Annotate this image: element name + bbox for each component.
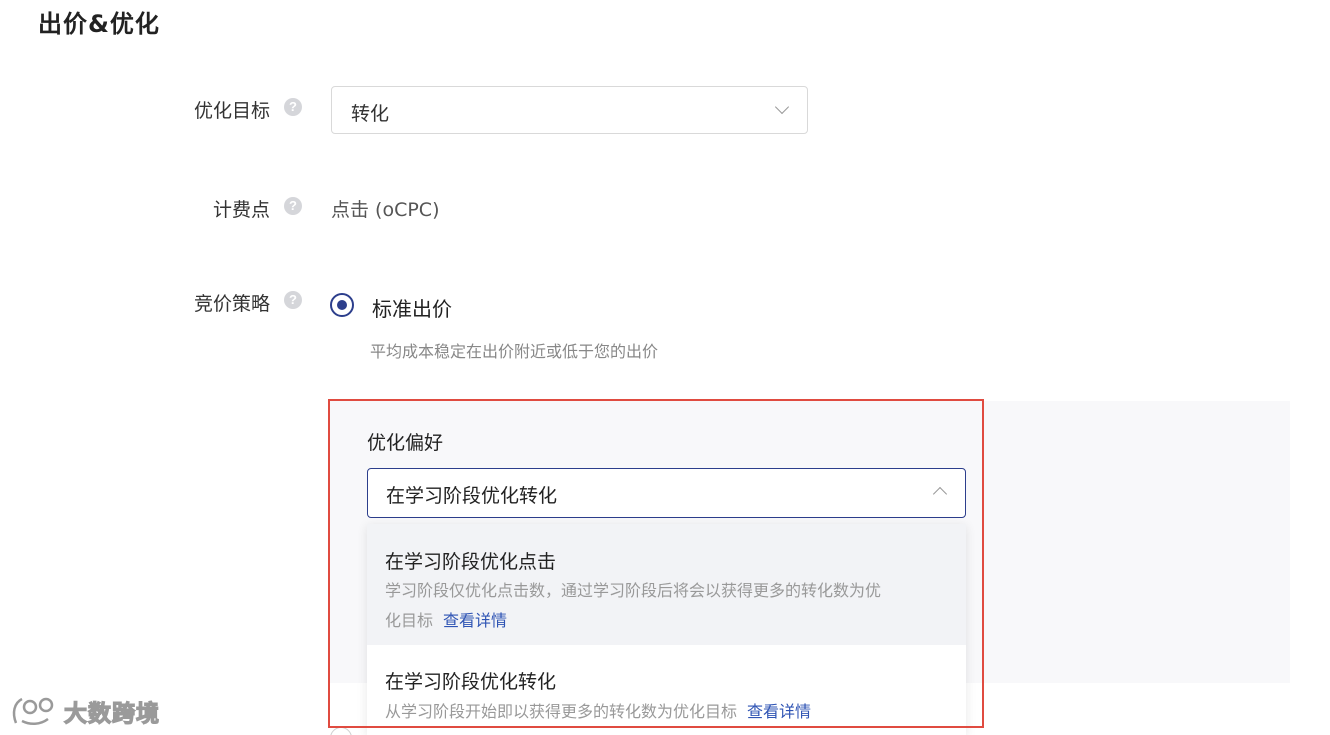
optimization-preference-select[interactable]: 在学习阶段优化转化	[367, 468, 966, 518]
chevron-down-icon	[774, 99, 790, 115]
optimization-goal-select[interactable]: 转化	[331, 86, 808, 134]
chevron-up-icon	[932, 486, 948, 502]
standard-bid-label[interactable]: 标准出价	[372, 293, 452, 322]
optimization-preference-value: 在学习阶段优化转化	[386, 485, 558, 507]
option-title: 在学习阶段优化转化	[385, 671, 557, 693]
optimization-preference-label: 优化偏好	[367, 432, 444, 454]
bid-strategy-label: 竞价策略	[193, 293, 270, 315]
optimization-goal-value: 转化	[351, 103, 390, 125]
option-description-line-2: 化目标 查看详情	[385, 606, 950, 636]
view-details-link[interactable]: 查看详情	[443, 611, 507, 630]
help-icon[interactable]: ?	[284, 98, 302, 116]
dropdown-option-optimize-clicks[interactable]: 在学习阶段优化点击 学习阶段仅优化点击数，通过学习阶段后将会以获得更多的转化数为…	[367, 524, 966, 645]
watermark-text: 大数跨境	[63, 700, 160, 727]
optimization-goal-label: 优化目标	[193, 100, 270, 122]
optimization-preference-dropdown: 在学习阶段优化点击 学习阶段仅优化点击数，通过学习阶段后将会以获得更多的转化数为…	[367, 524, 966, 735]
standard-bid-description: 平均成本稳定在出价附近或低于您的出价	[370, 342, 659, 361]
radio-partial[interactable]	[330, 727, 352, 735]
option-description-line: 学习阶段仅优化点击数，通过学习阶段后将会以获得更多的转化数为优	[385, 581, 882, 600]
view-details-link[interactable]: 查看详情	[747, 702, 811, 721]
option-description: 学习阶段仅优化点击数，通过学习阶段后将会以获得更多的转化数为优 化目标 查看详情	[385, 576, 950, 636]
option-title: 在学习阶段优化点击	[385, 551, 557, 573]
watermark: 大数跨境	[10, 694, 160, 728]
dropdown-option-optimize-conversions[interactable]: 在学习阶段优化转化 从学习阶段开始即以获得更多的转化数为优化目标 查看详情	[367, 645, 966, 735]
section-title: 出价&优化	[38, 10, 160, 38]
billing-point-label: 计费点	[212, 199, 270, 221]
option-description: 从学习阶段开始即以获得更多的转化数为优化目标 查看详情	[385, 697, 950, 727]
watermark-logo-icon	[12, 697, 54, 725]
option-description-text: 从学习阶段开始即以获得更多的转化数为优化目标	[385, 702, 738, 721]
help-icon[interactable]: ?	[284, 197, 302, 215]
standard-bid-radio[interactable]	[330, 293, 354, 317]
page: 出价&优化 优化目标 ? 转化 计费点 ? 点击 (oCPC) 竞价策略 ? 标…	[0, 0, 1330, 735]
option-description-text: 化目标	[385, 611, 434, 630]
billing-point-value: 点击 (oCPC)	[331, 199, 440, 221]
help-icon[interactable]: ?	[284, 291, 302, 309]
